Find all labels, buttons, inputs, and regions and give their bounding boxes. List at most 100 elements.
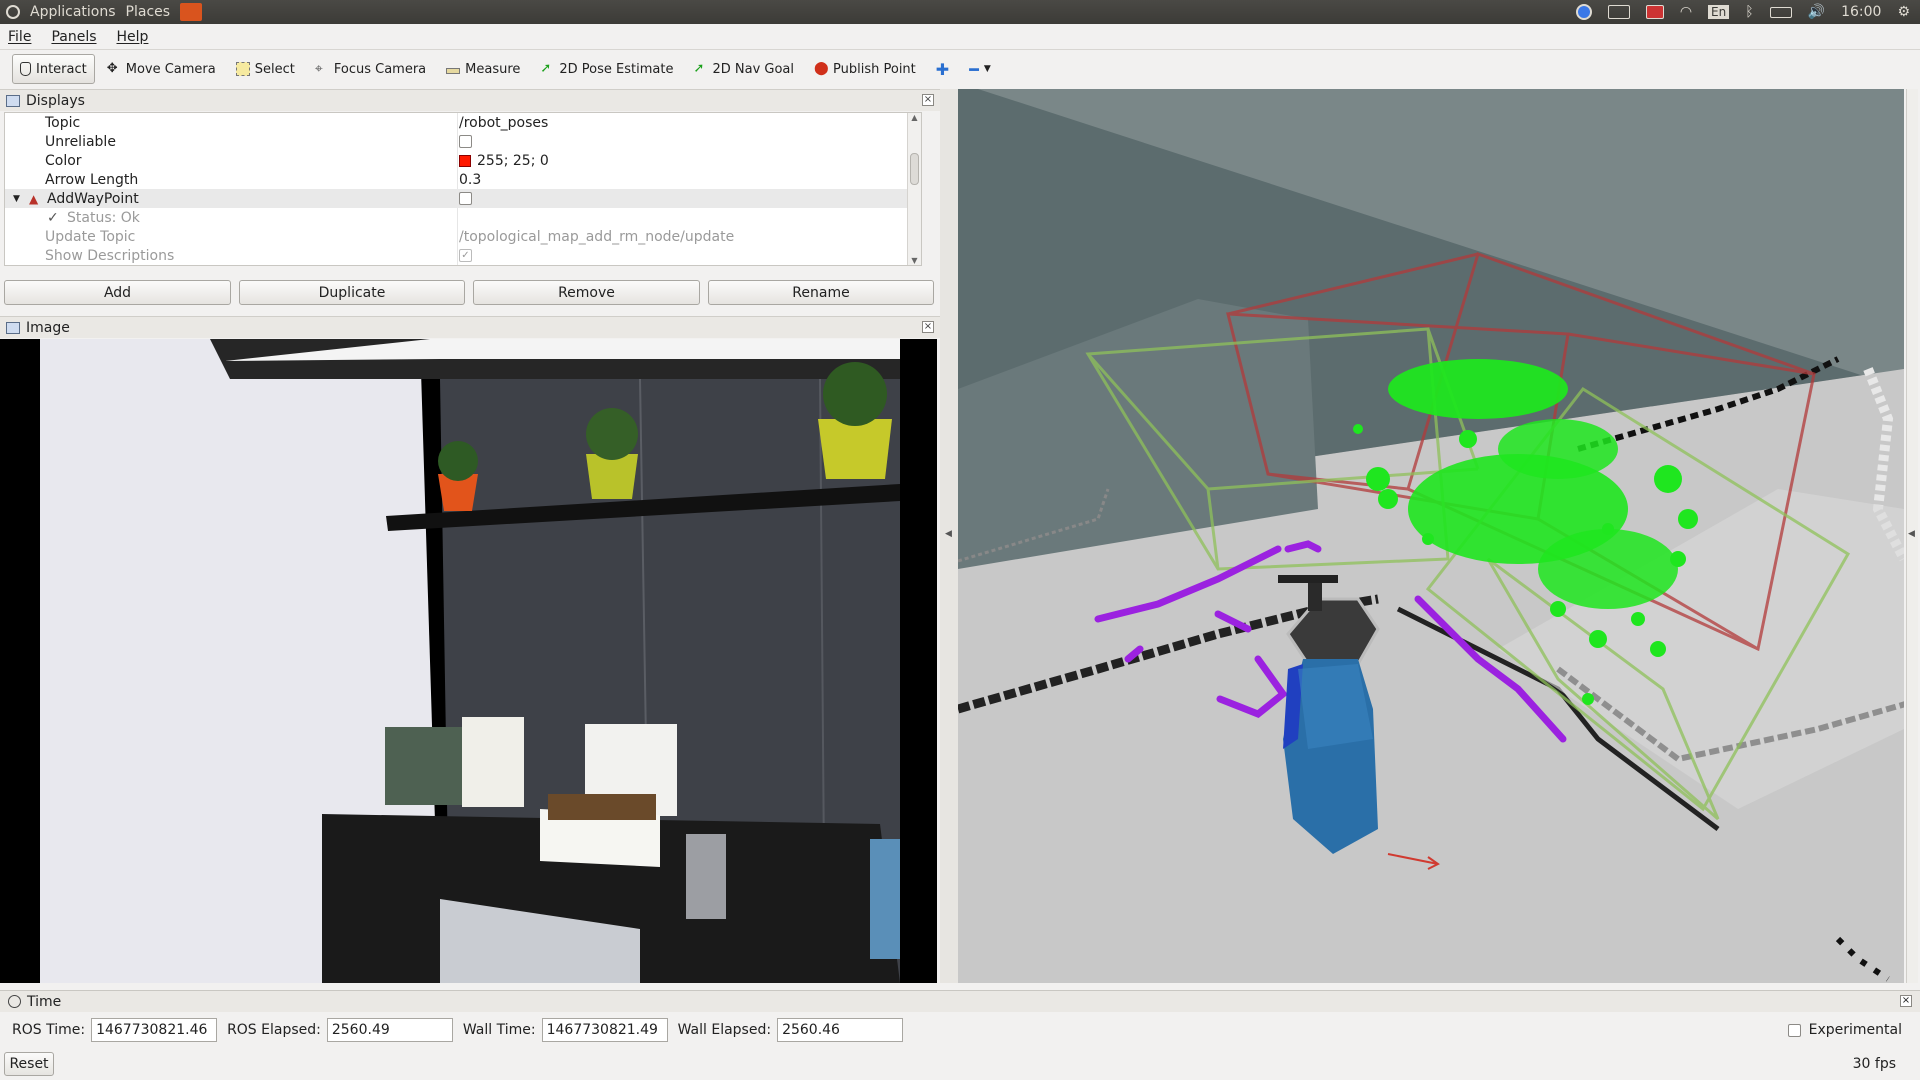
color-swatch[interactable] [459,154,471,167]
display-property-row[interactable]: Arrow Length 0.3 [5,170,921,189]
minus-icon: ━ [969,59,979,79]
rename-display-button[interactable]: Rename [708,280,934,305]
experimental-label: Experimental [1808,1022,1902,1038]
bluetooth-icon[interactable]: ᛒ [1745,4,1753,20]
add-display-button[interactable]: Add [4,280,231,305]
color-value[interactable]: 255; 25; 0 [477,153,549,169]
focus-camera-tool-button[interactable]: ⌖ Focus Camera [307,54,434,84]
close-icon[interactable]: × [1900,995,1912,1007]
unreliable-checkbox[interactable] [459,135,472,148]
green-arrow-icon: ➚ [540,61,552,76]
focus-camera-label: Focus Camera [333,61,427,77]
waypoint-plugin-icon: ▲ [29,191,39,206]
show-descriptions-checkbox[interactable]: ✓ [459,249,472,262]
menu-bar: File Panels Help [0,24,1920,50]
display-property-row[interactable]: Color 255; 25; 0 [5,151,921,170]
scroll-down-icon[interactable]: ▼ [908,256,921,265]
right-panel-scrollbar[interactable]: ◀ [1906,89,1918,983]
enable-checkbox[interactable] [459,192,472,205]
ruler-icon [446,68,461,74]
wall-time-field[interactable]: 1467730821.49 [541,1018,668,1042]
image-title: Image [26,319,70,336]
app-launcher-icon[interactable] [180,3,203,21]
battery-icon[interactable] [1769,6,1792,18]
arrow-length-value[interactable]: 0.3 [459,172,481,188]
places-menu[interactable]: Places [126,4,171,20]
menu-help[interactable]: Help [117,29,149,45]
select-box-icon [235,62,250,76]
remove-tool-dropdown[interactable]: ━ ▼ [961,54,999,84]
measure-tool-button[interactable]: Measure [438,54,528,84]
menu-panels[interactable]: Panels [51,29,96,45]
interact-tool-button[interactable]: Interact [12,54,95,84]
status-row[interactable]: ✓ Status: Ok [5,208,921,227]
display-property-row[interactable]: Topic /robot_poses [5,113,921,132]
image-panel-title: Image × [0,316,940,338]
property-name: Unreliable [45,133,116,150]
record-icon[interactable] [1645,5,1664,19]
settings-gear-icon[interactable]: ⚙ [1897,4,1910,20]
experimental-option[interactable]: Experimental [1787,1022,1920,1038]
time-title: Time [27,993,62,1010]
keyboard-icon[interactable] [1607,5,1630,19]
display-property-row[interactable]: Update Topic /topological_map_add_rm_nod… [5,227,921,246]
select-tool-button[interactable]: Select [228,54,303,84]
property-name: Show Descriptions [45,247,175,264]
clock[interactable]: 16:00 [1841,4,1881,20]
move-camera-tool-button[interactable]: ✥ Move Camera [99,54,224,84]
pose-estimate-tool-button[interactable]: ➚ 2D Pose Estimate [532,54,681,84]
panel-splitter[interactable]: ◀ [940,89,958,983]
collapse-arrow-icon[interactable]: ◀ [1908,529,1915,539]
status-bar: Reset 30 fps [0,1050,1920,1080]
update-topic-value[interactable]: /topological_map_add_rm_node/update [459,229,734,245]
chrome-icon[interactable] [1575,4,1592,20]
remove-display-button[interactable]: Remove [473,280,700,305]
wifi-icon[interactable]: ◠ [1680,4,1692,20]
menu-file[interactable]: File [8,29,31,45]
volume-icon[interactable]: 🔊 [1808,4,1825,20]
experimental-checkbox[interactable] [1787,1023,1801,1037]
3d-render-view[interactable] [958,89,1904,983]
displays-scrollbar[interactable]: ▲ ▼ [907,113,921,265]
display-property-row[interactable]: Unreliable [5,132,921,151]
applications-menu[interactable]: Applications [30,4,116,20]
nav-goal-label: 2D Nav Goal [712,61,795,77]
topic-value[interactable]: /robot_poses [459,115,548,131]
map-pin-icon: ⬤ [814,61,829,76]
display-name: AddWayPoint [47,190,139,207]
plus-icon: ✚ [935,59,950,79]
ros-elapsed-field[interactable]: 2560.49 [326,1018,453,1042]
reset-button[interactable]: Reset [4,1052,54,1076]
tool-toolbar: Interact ✥ Move Camera Select ⌖ Focus Ca… [0,50,1920,88]
scroll-up-icon[interactable]: ▲ [908,113,921,122]
add-tool-button[interactable]: ✚ [928,54,957,84]
publish-point-label: Publish Point [833,61,916,77]
move-arrows-icon: ✥ [106,61,118,76]
property-name: Topic [45,114,81,131]
display-property-row[interactable]: Show Descriptions ✓ [5,246,921,265]
property-name: Arrow Length [45,171,139,188]
ros-time-label: ROS Time: [12,1022,86,1038]
publish-point-tool-button[interactable]: ⬤ Publish Point [806,54,924,84]
interact-label: Interact [36,61,87,77]
property-name: Update Topic [45,228,136,245]
scroll-thumb[interactable] [910,153,919,185]
keyboard-layout-indicator[interactable]: En [1708,5,1730,19]
ros-time-field[interactable]: 1467730821.46 [91,1018,218,1042]
pose-estimate-label: 2D Pose Estimate [559,61,674,77]
system-top-panel: Applications Places ◠ En ᛒ 🔊 16:00 ⚙ [0,0,1920,24]
duplicate-display-button[interactable]: Duplicate [239,280,465,305]
displays-tree: Topic /robot_poses Unreliable Color 255;… [4,112,922,266]
close-icon[interactable]: × [922,321,934,333]
status-text: Status: Ok [67,209,140,226]
expand-triangle-icon[interactable]: ▼ [13,194,20,204]
close-icon[interactable]: × [922,94,934,106]
wall-elapsed-field[interactable]: 2560.46 [777,1018,904,1042]
property-name: Color [45,152,82,169]
wall-time-label: Wall Time: [462,1022,536,1038]
nav-goal-tool-button[interactable]: ➚ 2D Nav Goal [685,54,802,84]
move-camera-label: Move Camera [125,61,216,77]
camera-image-view[interactable] [0,339,937,983]
ubuntu-logo-icon[interactable] [6,5,20,19]
display-item-addwaypoint[interactable]: ▼ ▲ AddWayPoint [5,189,921,208]
